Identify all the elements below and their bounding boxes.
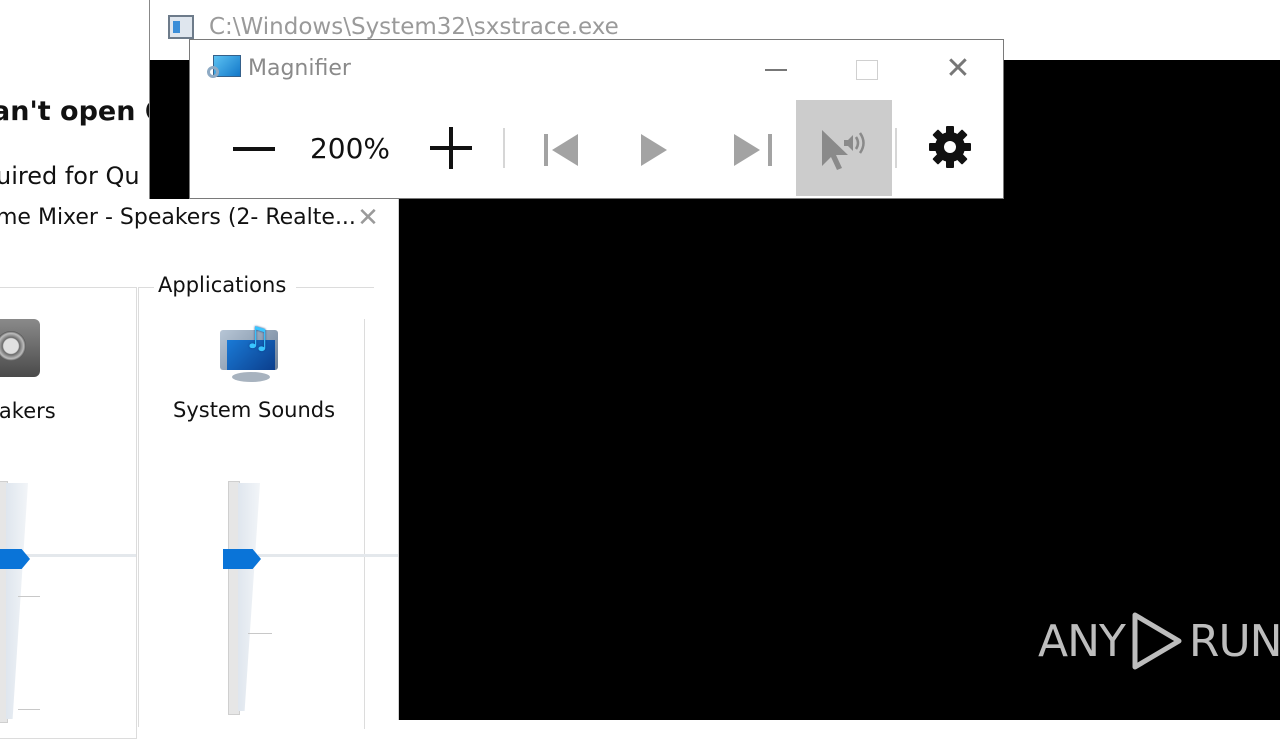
console-window-icon [168,15,194,39]
volume-mixer-title: me Mixer - Speakers (2- Realte... [0,205,356,230]
read-from-pointer-button[interactable] [796,100,892,196]
speaker-device-icon[interactable] [0,319,40,377]
play-icon [641,134,667,166]
dialog-body-text: uired for Qu [0,162,140,190]
zoom-in-button[interactable] [406,100,502,196]
slider-tick [18,709,40,710]
toolbar-separator [503,128,505,168]
device-name-label: eakers [0,399,56,423]
magnifier-app-icon [207,54,241,84]
app-name-label: System Sounds [173,398,336,422]
volume-mixer-window[interactable]: me Mixer - Speakers (2- Realte... ✕ Appl… [0,199,399,739]
settings-button[interactable] [900,100,996,196]
minimize-button[interactable] [753,52,799,86]
play-button[interactable] [604,100,700,196]
zoom-level-display: 200% [309,132,391,165]
slider-tick [248,633,272,634]
minimize-icon [765,69,787,71]
music-note-icon: ♫ [244,321,271,356]
applications-group-border-top [138,287,154,288]
dialog-heading: an't open Q [0,96,168,127]
pointer-speak-icon [822,130,865,170]
close-button[interactable]: ✕ [935,52,981,86]
play-logo-icon [1132,612,1182,670]
next-triangle [734,134,760,166]
watermark-text-right: RUN [1188,615,1280,667]
toolbar-separator [895,128,897,168]
slider-tick [18,596,40,597]
system-sounds-icon[interactable]: ♫ [218,324,282,384]
magnifying-glass-icon [207,66,219,78]
zoom-out-button[interactable] [198,100,294,196]
maximize-button [843,52,889,86]
gear-icon [929,126,971,168]
sxstrace-window-title: C:\Windows\System32\sxstrace.exe [209,14,619,40]
applications-group-border-top [296,287,374,288]
previous-bar [544,134,548,166]
plus-vertical [449,127,453,169]
close-icon[interactable]: ✕ [354,203,382,233]
separator-line [24,554,136,557]
next-button[interactable] [700,100,796,196]
app-column-separator [364,319,365,729]
magnifier-title: Magnifier [248,56,351,81]
magnifier-window[interactable]: Magnifier ✕ 200% [189,39,1004,199]
watermark-text-left: ANY [1038,615,1126,667]
maximize-icon [856,60,878,80]
system-sounds-volume-wedge [238,483,260,711]
monitor-base [232,372,270,382]
applications-group-border [138,287,139,727]
previous-triangle [552,134,578,166]
previous-button[interactable] [508,100,604,196]
zoom-out-icon [233,147,275,151]
applications-group-label: Applications [158,273,287,297]
separator-line [258,554,398,557]
anyrun-watermark: ANY RUN [1038,610,1280,672]
next-bar [768,134,772,166]
